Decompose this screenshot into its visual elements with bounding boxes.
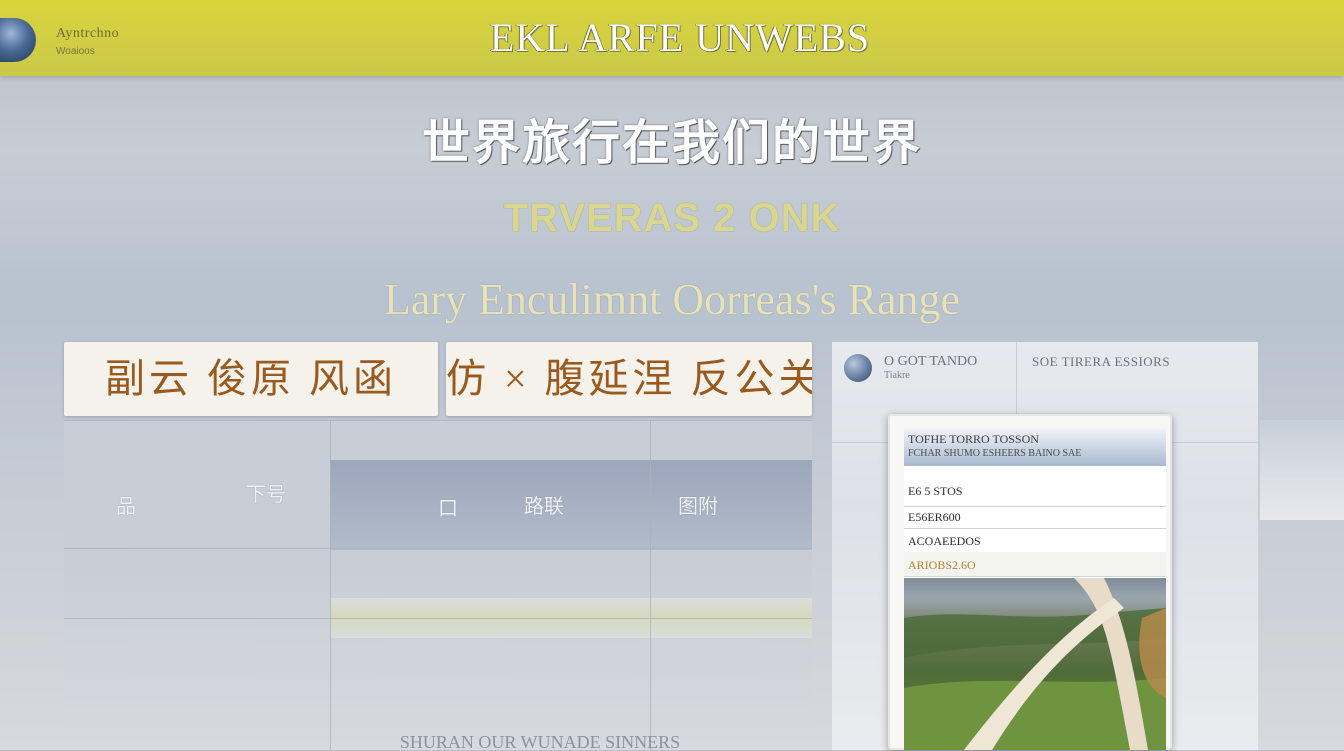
- brand-tagline: Woaioos: [56, 46, 95, 57]
- card-title: TOFHE TORRO TOSSON: [908, 432, 1039, 446]
- site-title: EKL ARFE UNWEBS: [489, 15, 871, 60]
- brand-name: Ayntrchno: [56, 26, 120, 41]
- grid-divider: [330, 420, 331, 750]
- detail-card[interactable]: TOFHE TORRO TOSSON FCHAR SHUMO ESHEERS B…: [888, 414, 1172, 750]
- grid-footer-text: SHURAN OUR WUNADE SINNERS: [399, 734, 681, 750]
- right-panel-subtitle: Tiakre: [884, 370, 910, 381]
- grid-cell[interactable]: 口: [438, 492, 458, 521]
- panel-edge: [1260, 420, 1344, 520]
- globe-icon: [844, 354, 872, 382]
- grid-cell[interactable]: 下号: [246, 478, 286, 507]
- tab-first-label: 副云 俊原 风函: [105, 356, 397, 401]
- top-bar: Ayntrchno Woaioos EKL ARFE UNWEBS: [0, 0, 1344, 76]
- list-item-label: ARIOBS2.6O: [908, 558, 976, 572]
- card-header: TOFHE TORRO TOSSON FCHAR SHUMO ESHEERS B…: [904, 428, 1166, 466]
- right-panel-heading[interactable]: SOE TIRERA ESSIORS: [1032, 354, 1170, 370]
- list-item[interactable]: E6 5 STOS: [904, 466, 1166, 507]
- table-row: [64, 548, 812, 619]
- card-photo: [904, 578, 1166, 750]
- card-content: TOFHE TORRO TOSSON FCHAR SHUMO ESHEERS B…: [904, 428, 1166, 750]
- content-grid: 品 下号 口 路联 图附: [64, 420, 812, 750]
- right-panel-title[interactable]: O GOT TANDO: [884, 354, 977, 370]
- tab-second[interactable]: 仿 × 腹延涅 反公关: [446, 342, 812, 416]
- hero-english-heading: Lary Enculimnt Oorreas's Range: [383, 275, 961, 324]
- list-item-label: E6 5 STOS: [908, 484, 963, 498]
- globe-icon: [0, 18, 36, 62]
- brand-logo[interactable]: Ayntrchno Woaioos: [0, 18, 200, 62]
- grid-cell[interactable]: 品: [116, 490, 136, 519]
- list-item[interactable]: ARIOBS2.6O: [904, 552, 1166, 577]
- list-item-label: ACOAEEDOS: [908, 534, 981, 548]
- tab-first[interactable]: 副云 俊原 风函: [64, 342, 438, 416]
- tab-second-label: 仿 × 腹延涅 反公关: [446, 356, 812, 401]
- list-item[interactable]: ACOAEEDOS: [904, 528, 1166, 553]
- table-row: [64, 618, 812, 751]
- grid-divider: [650, 420, 651, 750]
- hero-subtitle: TRVERAS 2 ONK: [503, 196, 841, 240]
- grid-cell[interactable]: 路联: [524, 490, 564, 519]
- card-subtitle: FCHAR SHUMO ESHEERS BAINO SAE: [908, 448, 1082, 459]
- list-item-label: E56ER600: [908, 510, 961, 524]
- card-photo-illustration: [904, 578, 1166, 750]
- table-row: [64, 420, 812, 549]
- grid-cell[interactable]: 图附: [678, 490, 718, 519]
- hero-title: 世界旅行在我们的世界: [421, 117, 922, 170]
- list-item[interactable]: E56ER600: [904, 506, 1166, 529]
